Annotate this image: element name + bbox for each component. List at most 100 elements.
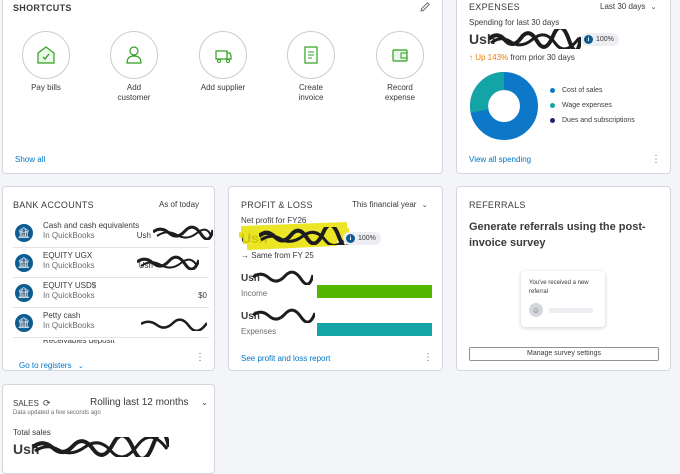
add-supplier-icon — [215, 50, 232, 63]
legend-dues-subscriptions: Dues and subscriptions — [550, 117, 635, 124]
bank-icon: 🏦 — [15, 284, 33, 302]
expenses-badge-text: 100% — [596, 36, 614, 43]
pay-bills-icon — [37, 46, 55, 64]
expenses-change-suffix: from prior 30 days — [510, 53, 575, 62]
shortcuts-card: SHORTCUTS Pay bills Add customer Add sup… — [2, 0, 443, 174]
add-customer-icon — [126, 46, 142, 64]
redaction-scribble — [33, 437, 169, 457]
redaction-scribble — [141, 318, 207, 331]
bank-balance: $0 — [198, 291, 207, 300]
more-options-icon[interactable]: ⋮ — [423, 353, 433, 363]
chevron-down-icon: ⌄ — [201, 398, 208, 407]
bank-row-partial: Receivables deposit — [43, 340, 115, 344]
profit-loss-card: PROFIT & LOSS This financial year ⌄ Net … — [228, 186, 443, 371]
profit-loss-title: PROFIT & LOSS — [241, 200, 313, 210]
referrals-card: REFERRALS Generate referrals using the p… — [456, 186, 671, 371]
expenses-title: EXPENSES — [469, 2, 520, 12]
bank-name: EQUITY UGX — [43, 251, 93, 260]
legend-cost-of-sales: Cost of sales — [550, 87, 602, 94]
chevron-down-icon: ⌄ — [421, 202, 428, 209]
expenses-donut-chart[interactable] — [469, 71, 539, 141]
pencil-icon[interactable] — [419, 1, 431, 13]
legend-swatch — [550, 117, 555, 123]
referral-preview-card: You've received a new referral ☺ — [521, 271, 605, 327]
bank-row-equity-usd[interactable]: 🏦 EQUITY USD$ In QuickBooks $0 — [13, 278, 209, 308]
more-options-icon[interactable]: ⋮ — [651, 155, 661, 165]
legend-label: Wage expenses — [562, 102, 612, 109]
sales-card: SALES ⟳ Rolling last 12 months ⌄ Data up… — [2, 384, 215, 474]
bank-name: EQUITY USD$ — [43, 281, 97, 290]
legend-label: Cost of sales — [562, 87, 603, 94]
shortcut-label: Add customer — [99, 83, 169, 103]
go-to-registers-label: Go to registers — [19, 361, 72, 370]
expenses-change: ↑ Up 143% from prior 30 days — [469, 53, 575, 62]
bank-icon: 🏦 — [15, 224, 33, 242]
bank-balance: Ush — [136, 231, 151, 240]
sales-total-label: Total sales — [13, 428, 51, 437]
redaction-scribble — [253, 308, 315, 323]
record-expense-icon — [392, 49, 408, 62]
redaction-scribble — [137, 255, 199, 270]
shortcut-create-invoice[interactable]: Create invoice — [276, 31, 346, 103]
referrals-title: REFERRALS — [469, 200, 526, 210]
bank-icon: 🏦 — [15, 314, 33, 332]
create-invoice-icon — [304, 46, 318, 64]
profit-loss-report-link[interactable]: See profit and loss report — [241, 354, 330, 363]
sales-period-dropdown[interactable]: Rolling last 12 months ⌄ — [90, 397, 208, 408]
sales-period: Rolling last 12 months — [90, 397, 189, 408]
bank-source: In QuickBooks — [43, 321, 95, 330]
expenses-period-dropdown[interactable]: Last 30 days ⌄ — [600, 2, 656, 11]
shortcut-label-line1: Create — [298, 83, 323, 92]
bank-source: In QuickBooks — [43, 291, 95, 300]
shortcut-add-customer[interactable]: Add customer — [99, 31, 169, 103]
show-all-link[interactable]: Show all — [15, 155, 45, 164]
expenses-badge: i 100% — [581, 33, 619, 46]
shortcut-pay-bills[interactable]: Pay bills — [11, 31, 81, 93]
bank-icon: 🏦 — [15, 254, 33, 272]
expenses-subtitle: Spending for last 30 days — [469, 18, 560, 27]
bank-accounts-as-of: As of today — [159, 200, 200, 209]
more-options-icon[interactable]: ⋮ — [195, 353, 205, 363]
bank-name: Cash and cash equivalents — [43, 221, 140, 230]
redaction-scribble — [153, 225, 213, 240]
profit-loss-badge-text: 100% — [358, 235, 376, 242]
bank-accounts-card: BANK ACCOUNTS As of today 🏦 Cash and cas… — [2, 186, 215, 371]
referral-placeholder-line — [549, 308, 593, 313]
shortcut-label-line1: Record — [387, 83, 413, 92]
bank-accounts-title: BANK ACCOUNTS — [13, 200, 94, 210]
chevron-down-icon: ⌄ — [650, 4, 657, 11]
legend-wage-expenses: Wage expenses — [550, 102, 612, 109]
profit-loss-change-text: Same from FY 25 — [251, 251, 314, 260]
referrals-heading: Generate referrals using the post-invoic… — [469, 221, 646, 249]
shortcut-add-supplier[interactable]: Add supplier — [188, 31, 258, 93]
redaction-scribble — [489, 29, 581, 49]
profit-loss-period: This financial year — [352, 200, 417, 209]
shortcuts-title: SHORTCUTS — [13, 3, 72, 13]
info-icon: i — [584, 35, 593, 44]
view-all-spending-link[interactable]: View all spending — [469, 155, 531, 164]
profit-loss-badge: i 100% — [343, 232, 381, 245]
profit-loss-change: → Same from FY 25 — [241, 251, 314, 260]
shortcut-label-line1: Add — [126, 83, 142, 92]
manage-survey-settings-button[interactable]: Manage survey settings — [469, 347, 659, 361]
shortcut-label-line2: expense — [384, 93, 416, 102]
expenses-period: Last 30 days — [600, 2, 646, 11]
legend-label: Dues and subscriptions — [562, 117, 635, 124]
shortcut-label: Add supplier — [200, 83, 246, 92]
shortcut-record-expense[interactable]: Record expense — [365, 31, 435, 103]
profit-loss-period-dropdown[interactable]: This financial year ⌄ — [352, 200, 428, 209]
shortcut-label: Create invoice — [276, 83, 346, 103]
bank-name: Petty cash — [43, 311, 81, 320]
arrow-right-icon: → — [241, 251, 249, 260]
expenses-bar[interactable] — [317, 323, 432, 336]
redaction-scribble — [259, 227, 351, 245]
expenses-label: Expenses — [241, 327, 277, 336]
bank-source: In QuickBooks — [43, 231, 95, 240]
income-bar[interactable] — [317, 285, 432, 298]
sales-updated: Data updated a few seconds ago — [13, 410, 101, 416]
bank-source: In QuickBooks — [43, 261, 95, 270]
go-to-registers-link[interactable]: Go to registers ⌄ — [19, 355, 84, 370]
refresh-icon[interactable]: ⟳ — [43, 398, 51, 408]
arrow-up-icon: ↑ — [469, 53, 473, 62]
shortcut-label: Pay bills — [31, 83, 61, 92]
